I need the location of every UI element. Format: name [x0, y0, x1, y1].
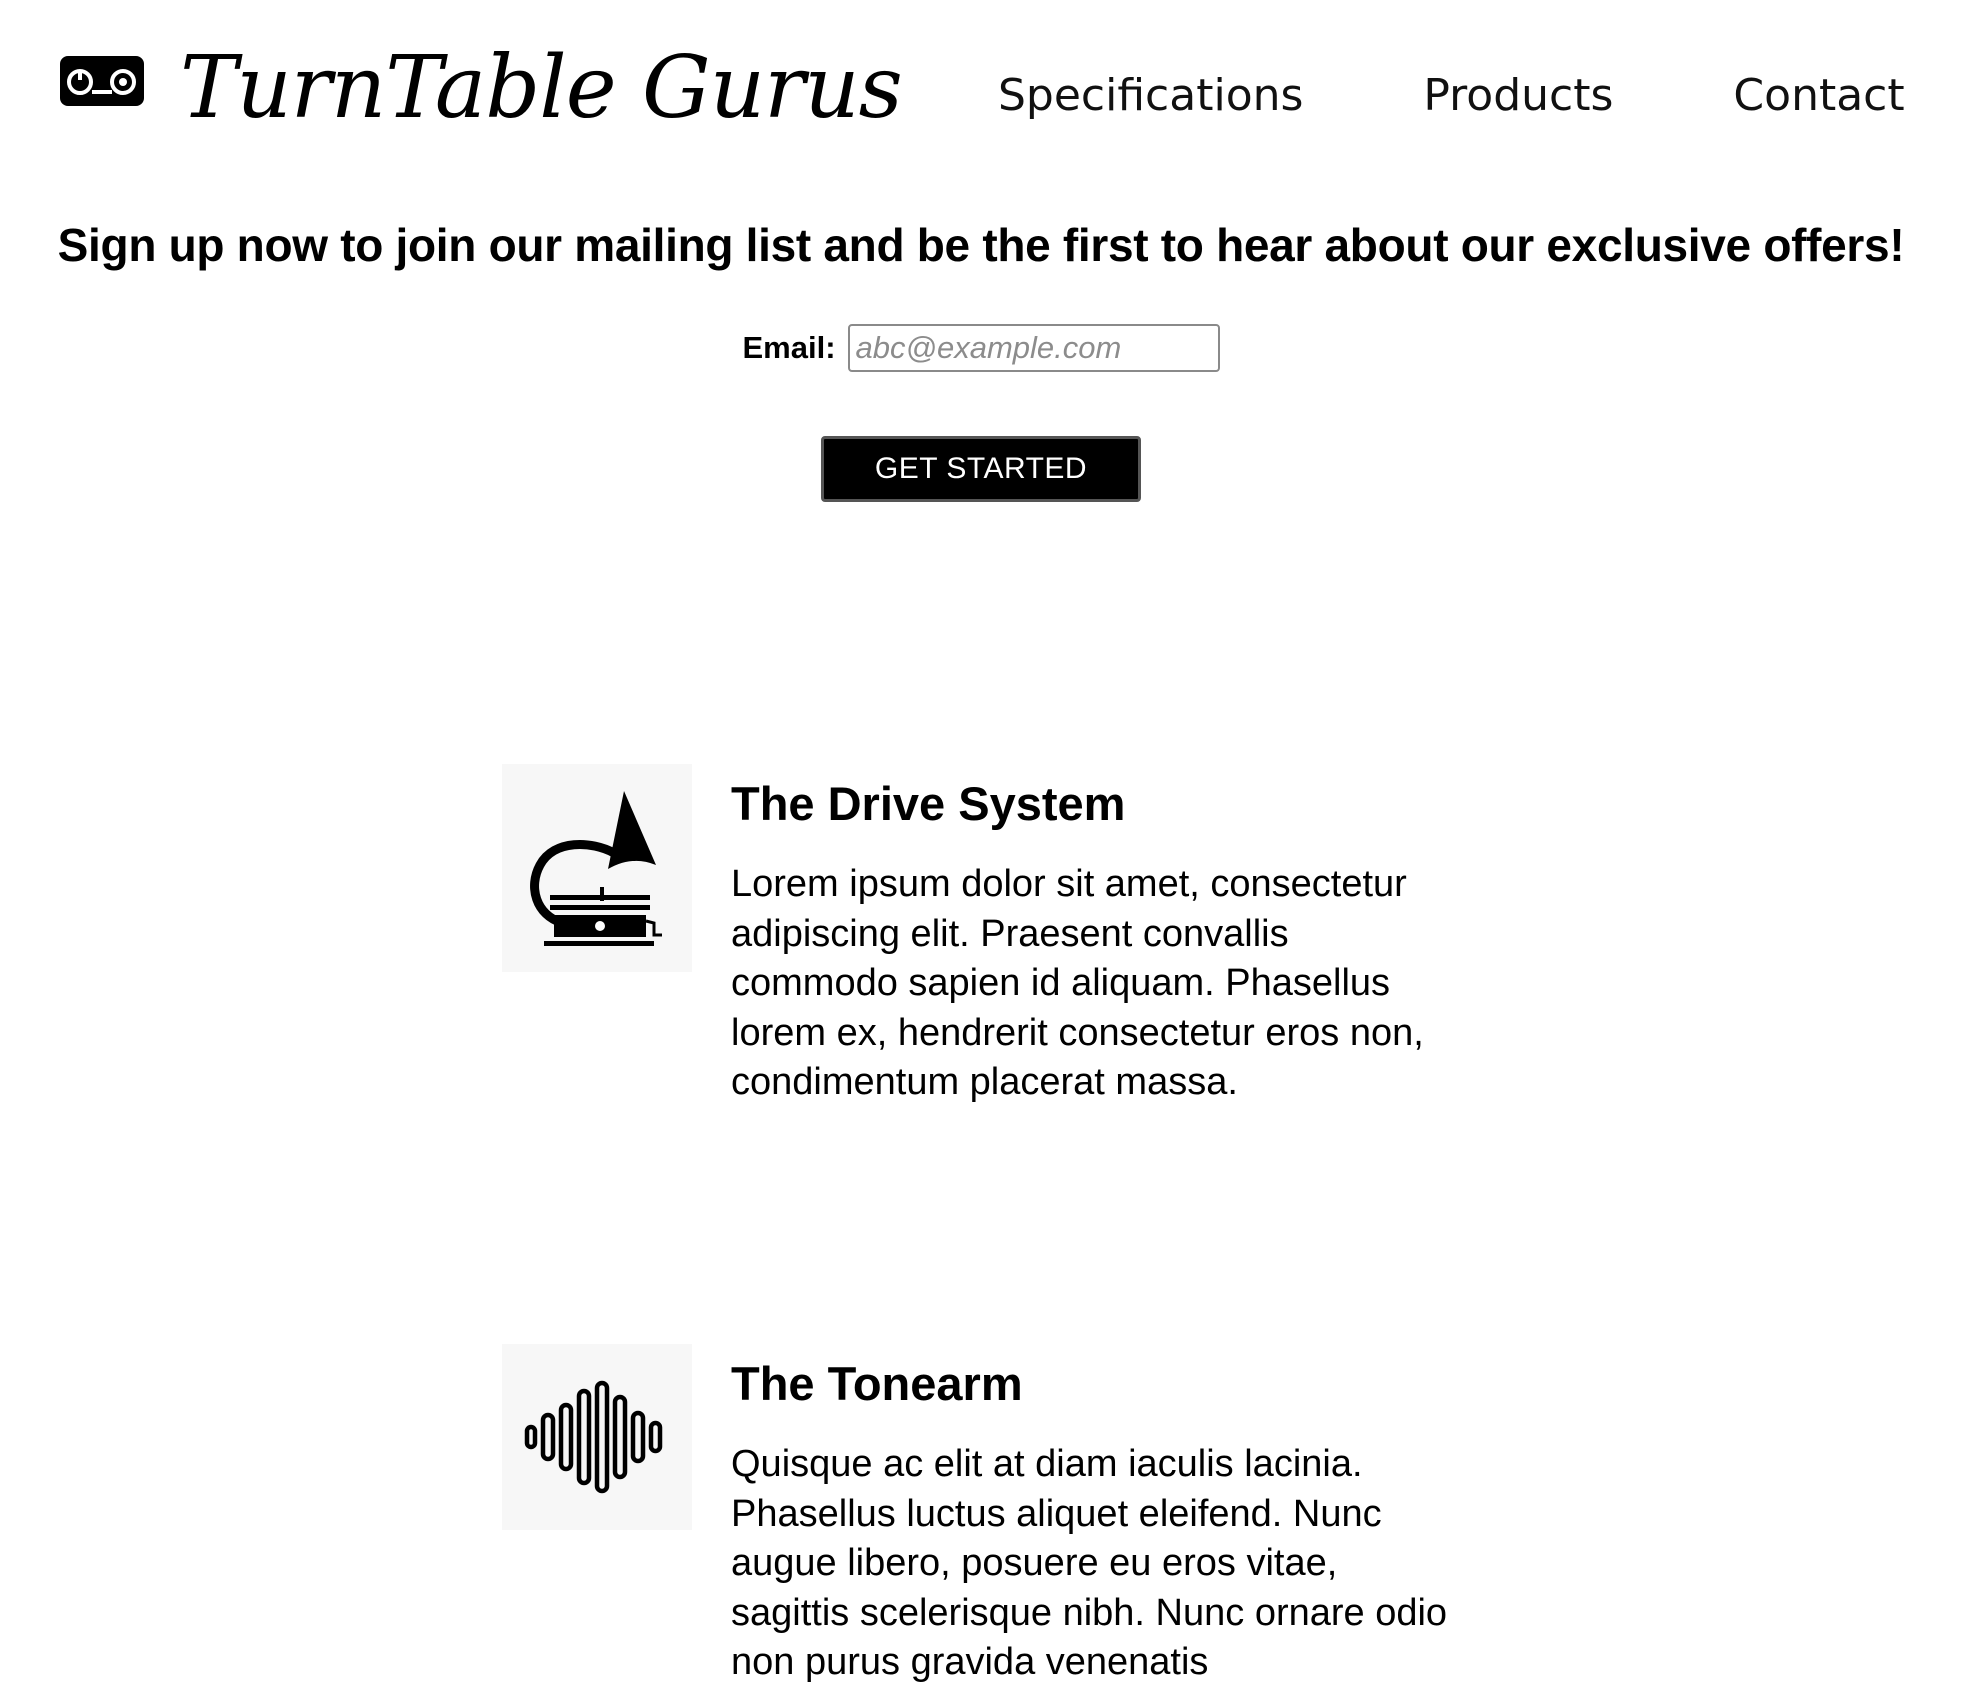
email-row: Email: [0, 324, 1962, 372]
feature-title: The Tonearm [731, 1357, 1023, 1410]
main-nav: Specifications Products Contact [998, 60, 1905, 130]
feature-icon-box [502, 1344, 692, 1530]
sound-wave-icon [524, 1380, 663, 1494]
email-input[interactable] [847, 324, 1220, 372]
get-started-button[interactable]: GET STARTED [821, 436, 1141, 502]
email-label: Email: [742, 330, 836, 365]
signup-title: Sign up now to join our mailing list and… [57, 219, 1905, 271]
nav-link-specifications[interactable]: Specifications [998, 70, 1303, 121]
site-header: TurnTable Gurus Specifications Products … [0, 0, 1962, 190]
nav-link-products[interactable]: Products [1423, 70, 1613, 121]
nav-link-contact[interactable]: Contact [1733, 70, 1904, 121]
feature-title: The Drive System [731, 777, 1126, 830]
signup-section: Sign up now to join our mailing list and… [0, 212, 1962, 502]
cta-row: GET STARTED [0, 436, 1962, 502]
cassette-icon [60, 56, 144, 106]
feature-icon-box [502, 764, 692, 972]
feature-text: The Drive System Lorem ipsum dolor sit a… [731, 772, 1471, 1108]
gramophone-icon [530, 791, 662, 946]
feature-body: Quisque ac elit at diam iaculis lacinia.… [731, 1443, 1448, 1683]
brand-name: TurnTable Gurus [180, 38, 903, 138]
feature-body: Lorem ipsum dolor sit amet, consectetur … [731, 863, 1424, 1103]
feature-text: The Tonearm Quisque ac elit at diam iacu… [731, 1352, 1471, 1688]
